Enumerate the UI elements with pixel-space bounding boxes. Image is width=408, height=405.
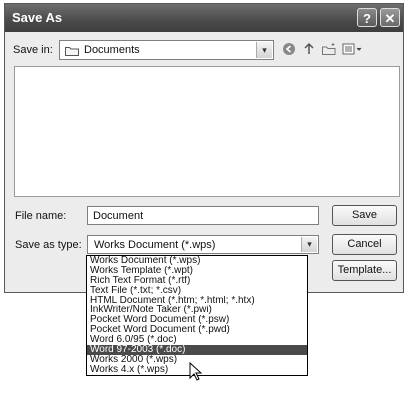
- file-name-label: File name:: [15, 210, 67, 222]
- file-type-option[interactable]: Text File (*.txt; *.csv): [87, 286, 307, 296]
- file-type-option[interactable]: HTML Document (*.htm; *.html; *.htx): [87, 296, 307, 306]
- save-button[interactable]: Save: [332, 205, 397, 226]
- mouse-cursor-icon: [189, 362, 203, 381]
- views-menu-icon[interactable]: [341, 42, 365, 58]
- save-in-value: Documents: [84, 44, 140, 56]
- cancel-button[interactable]: Cancel: [332, 234, 397, 255]
- close-button[interactable]: ✕: [380, 8, 400, 27]
- folder-icon: [65, 47, 79, 56]
- chevron-down-icon: ▾: [301, 237, 317, 252]
- file-type-option-selected[interactable]: Word 97-2003 (*.doc): [87, 345, 307, 355]
- window-title: Save As: [12, 10, 63, 25]
- save-in-label: Save in:: [13, 44, 53, 56]
- new-folder-icon[interactable]: [321, 42, 337, 58]
- back-icon[interactable]: [281, 42, 297, 58]
- file-name-value: Document: [93, 210, 144, 222]
- file-type-option[interactable]: Word 6.0/95 (*.doc): [87, 335, 307, 345]
- file-type-option[interactable]: InkWriter/Note Taker (*.pwi): [87, 305, 307, 315]
- file-type-option[interactable]: Pocket Word Document (*.psw): [87, 315, 307, 325]
- up-folder-icon[interactable]: [301, 42, 317, 58]
- save-as-type-dropdown[interactable]: Works Document (*.wps) ▾: [87, 235, 319, 254]
- save-in-dropdown[interactable]: Documents ▾: [59, 40, 274, 60]
- save-as-dialog: Save As ? ✕ Save in: Documents ▾ File na…: [4, 3, 404, 293]
- help-icon: ?: [363, 11, 371, 26]
- file-type-option[interactable]: Rich Text Format (*.rtf): [87, 276, 307, 286]
- cancel-button-label: Cancel: [347, 238, 382, 250]
- save-as-type-label: Save as type:: [15, 239, 82, 251]
- file-name-input[interactable]: Document: [87, 206, 319, 225]
- save-as-type-value: Works Document (*.wps): [94, 239, 216, 251]
- file-type-option[interactable]: Pocket Word Document (*.pwd): [87, 325, 307, 335]
- title-bar[interactable]: Save As ? ✕: [5, 4, 403, 32]
- template-button[interactable]: Template...: [332, 260, 397, 281]
- close-icon: ✕: [384, 11, 396, 26]
- file-type-list[interactable]: Works Document (*.wps) Works Template (*…: [86, 255, 308, 376]
- file-type-option[interactable]: Works Template (*.wpt): [87, 266, 307, 276]
- chevron-down-icon: ▾: [256, 42, 272, 58]
- template-button-label: Template...: [337, 264, 392, 276]
- save-button-label: Save: [351, 209, 378, 221]
- file-type-option[interactable]: Works Document (*.wps): [87, 256, 307, 266]
- file-list-area[interactable]: [14, 66, 400, 197]
- help-button[interactable]: ?: [357, 8, 377, 27]
